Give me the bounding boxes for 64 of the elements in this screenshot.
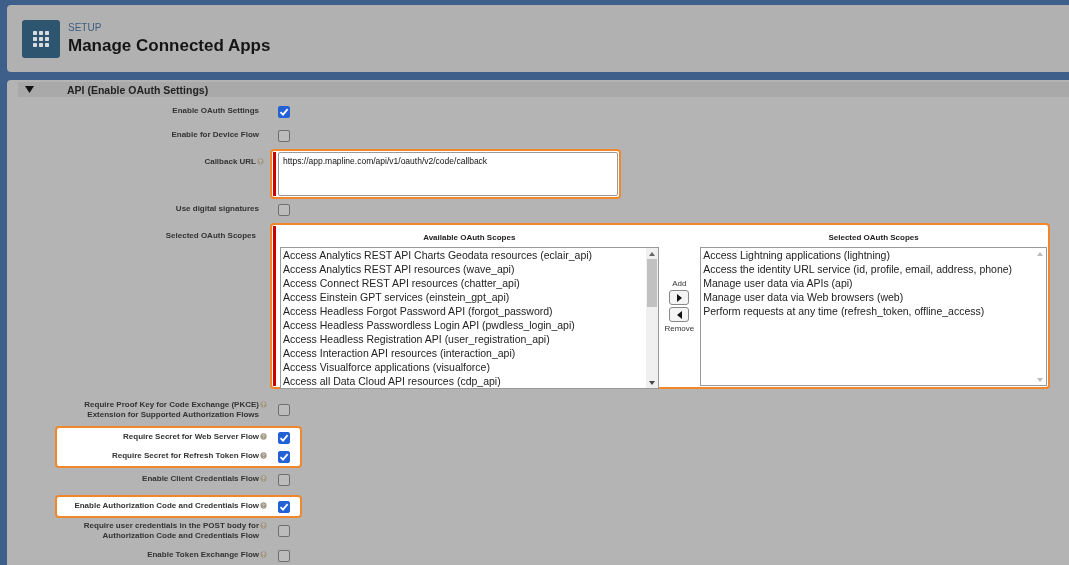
scroll-down-icon[interactable] [648,381,655,385]
left-triangle-icon [676,310,682,319]
help-icon[interactable] [260,401,267,408]
checkbox[interactable] [278,474,290,486]
field-label: Enable OAuth Settings [172,106,259,116]
list-option[interactable]: Access Interaction API resources (interaction_api) [282,346,646,360]
add-label: Add [672,279,687,288]
app-grid-icon [22,19,60,58]
list-option[interactable]: Manage user data via APIs (api) [703,276,1034,290]
list-option[interactable]: Access Headless Passwordless Login API (pwdless_login_api) [282,318,646,332]
help-icon[interactable] [260,551,267,558]
help-icon[interactable] [260,475,267,482]
scroll-up-icon[interactable] [648,252,655,256]
list-option[interactable]: Access the identity URL service (id, profile, email, address, phone) [703,262,1034,276]
list-option[interactable]: Access Headless Registration API (user_registration_api) [282,332,646,346]
help-icon[interactable] [260,522,267,529]
right-triangle-icon [676,293,682,302]
section-title: API (Enable OAuth Settings) [67,83,209,96]
list-option[interactable]: Access Analytics REST API Charts Geodata resources (eclair_api) [282,248,646,262]
field-label: Enable Token Exchange Flow [147,550,259,560]
remove-button[interactable] [669,307,690,322]
list-option[interactable]: Access all Data Cloud API resources (cdp_api) [282,374,646,388]
list-option[interactable]: Perform requests at any time (refresh_token, offline_access) [703,304,1034,318]
field-label: Require Proof Key for Code Exchange (PKCE) Extension for Supported Authorization Flows [84,400,259,420]
add-button[interactable] [669,290,690,305]
list-heading: Selected OAuth Scopes [828,233,919,242]
checkbox[interactable] [278,404,290,416]
checkbox[interactable] [278,130,290,142]
list-option[interactable]: Access Einstein GPT services (einstein_gpt_api) [282,290,646,304]
checkbox[interactable] [278,525,290,537]
selected-scopes-list[interactable] [700,247,1047,386]
list-option[interactable]: Access Connect REST API resources (chatter_api) [282,276,646,290]
checkbox[interactable] [278,204,290,216]
list-option[interactable]: Access Headless Forgot Password API (forgot_password) [282,304,646,318]
checkbox[interactable] [278,451,290,463]
field-label: Require Secret for Refresh Token Flow [112,451,259,461]
list-option[interactable]: Access Lightning applications (lightning) [703,248,1034,262]
list-heading: Available OAuth Scopes [423,233,516,242]
field-label: Enable Authorization Code and Credentials Flow [74,501,259,511]
available-scopes-list[interactable] [279,247,659,389]
checkbox[interactable] [278,106,290,118]
callback-url-field[interactable]: https://app.mapline.com/api/v1/oauth/v2/code/callback [278,152,618,196]
list-option[interactable]: Access Visualforce applications (visualforce) [282,360,646,374]
field-label: Enable Client Credentials Flow [142,474,259,484]
field-label: Callback URL [204,157,256,167]
eyebrow-text: SETUP [68,21,103,33]
help-icon[interactable] [257,158,264,165]
field-label: Selected OAuth Scopes [165,231,256,241]
remove-label: Remove [664,324,695,333]
field-label: Require user credentials in the POST body for Authorization Code and Credentials Flow [83,521,259,541]
field-label: Use digital signatures [175,204,259,214]
field-label: Require Secret for Web Server Flow [123,432,259,442]
help-icon[interactable] [260,433,267,440]
list-option[interactable]: Access Analytics REST API resources (wave_api) [282,262,646,276]
checkbox[interactable] [278,432,290,444]
list-option[interactable]: Manage user data via Web browsers (web) [703,290,1034,304]
checkbox[interactable] [278,501,290,513]
page-title: Manage Connected Apps [68,35,271,56]
collapse-triangle-icon[interactable] [25,86,34,93]
scrollbar[interactable] [645,248,658,388]
help-icon[interactable] [260,452,267,459]
help-icon[interactable] [260,502,267,509]
field-label: Enable for Device Flow [171,130,259,140]
checkbox[interactable] [278,550,290,562]
